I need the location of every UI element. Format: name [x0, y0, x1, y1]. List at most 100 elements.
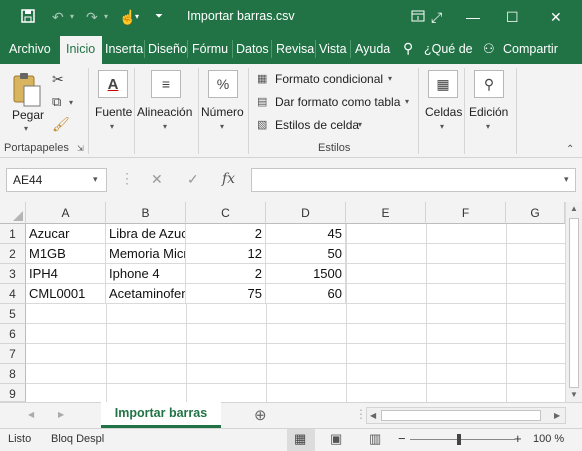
format-table-dropdown-icon[interactable]: ▾	[405, 97, 409, 106]
cell-a1[interactable]: Azucar	[26, 224, 106, 244]
conditional-format-button[interactable]: Formato condicional	[275, 72, 383, 86]
page-break-preview-icon[interactable]: ▥	[369, 431, 381, 447]
zoom-out-icon[interactable]: −	[398, 431, 406, 446]
expand-formula-icon[interactable]: ▾	[564, 174, 569, 185]
conditional-format-dropdown-icon[interactable]: ▾	[388, 74, 392, 83]
cell-b3[interactable]: Iphone 4	[106, 264, 186, 284]
cell-b2[interactable]: Memoria Micro SD 1GB	[106, 244, 186, 264]
number-button[interactable]: Número	[201, 105, 244, 119]
tell-me-search[interactable]: ¿Qué des	[424, 42, 472, 56]
scroll-right-icon[interactable]: ▶	[554, 411, 560, 420]
clipboard-launcher-icon[interactable]: ⇲	[77, 144, 84, 153]
close-icon[interactable]: ✕	[550, 8, 562, 26]
tab-formulas[interactable]: Fórmu	[192, 42, 228, 56]
column-header-g[interactable]: G	[506, 202, 565, 224]
collapse-ribbon-icon[interactable]: ⌃	[566, 144, 574, 155]
minimize-icon[interactable]: —	[466, 8, 480, 26]
undo-icon[interactable]: ↶	[52, 8, 64, 26]
cell-a2[interactable]: M1GB	[26, 244, 106, 264]
add-sheet-icon[interactable]: ⊕	[254, 406, 267, 424]
editing-button[interactable]: Edición	[469, 105, 508, 119]
cut-icon[interactable]: ✂	[52, 70, 64, 88]
cell-a3[interactable]: IPH4	[26, 264, 106, 284]
zoom-level[interactable]: 100 %	[533, 433, 564, 445]
column-header-a[interactable]: A	[26, 202, 106, 224]
format-as-table-button[interactable]: Dar formato como tabla	[275, 95, 400, 109]
font-button[interactable]: Fuente	[95, 105, 132, 119]
scroll-thumb[interactable]	[569, 218, 579, 388]
prev-sheet-icon[interactable]: ◀	[28, 410, 34, 419]
row-header[interactable]: 7	[0, 344, 26, 364]
cell-styles-button[interactable]: Estilos de celda	[275, 118, 359, 132]
format-painter-icon[interactable]: 🖌	[52, 116, 70, 133]
cell-c2[interactable]: 12	[186, 244, 266, 264]
touch-dropdown-icon[interactable]: ▾	[135, 8, 139, 26]
alignment-button[interactable]: Alineación	[137, 105, 192, 119]
customize-toolbar-icon[interactable]: ⏷	[155, 8, 163, 26]
tab-diseno[interactable]: Diseño	[148, 42, 187, 56]
expand-icon[interactable]: ⤢	[431, 8, 442, 26]
tab-datos[interactable]: Datos	[236, 42, 269, 56]
cell-d1[interactable]: 45	[266, 224, 346, 244]
insert-function-icon[interactable]: fx	[222, 171, 235, 187]
cell-b1[interactable]: Libra de Azucar	[106, 224, 186, 244]
cells-button[interactable]: Celdas	[425, 105, 462, 119]
tab-inicio[interactable]: Inicio	[66, 42, 95, 56]
alignment-dropdown-icon[interactable]: ▾	[163, 122, 167, 131]
scroll-down-icon[interactable]: ▼	[570, 390, 578, 399]
formula-input[interactable]	[251, 168, 576, 192]
paste-label[interactable]: Pegar	[12, 108, 44, 122]
page-layout-icon[interactable]: ▣	[330, 431, 342, 447]
redo-dropdown-icon[interactable]: ▾	[104, 8, 108, 26]
ribbon-display-icon[interactable]	[411, 8, 425, 26]
cell-d3[interactable]: 1500	[266, 264, 346, 284]
cell-b4[interactable]: Acetaminofen	[106, 284, 186, 304]
tab-ayuda[interactable]: Ayuda	[355, 42, 390, 56]
row-header[interactable]: 6	[0, 324, 26, 344]
column-header-c[interactable]: C	[186, 202, 266, 224]
scroll-up-icon[interactable]: ▲	[570, 204, 578, 213]
paste-button[interactable]	[10, 72, 46, 112]
cells-dropdown-icon[interactable]: ▾	[440, 122, 444, 131]
share-button[interactable]: Compartir	[503, 42, 558, 56]
select-all-corner[interactable]	[0, 202, 26, 224]
scroll-left-icon[interactable]: ◀	[370, 411, 376, 420]
share-person-icon[interactable]: ⚇	[483, 41, 495, 57]
cell-c3[interactable]: 2	[186, 264, 266, 284]
number-dropdown-icon[interactable]: ▾	[220, 122, 224, 131]
cell-styles-dropdown-icon[interactable]: ▾	[358, 120, 362, 129]
copy-dropdown-icon[interactable]: ▾	[69, 98, 73, 107]
confirm-entry-icon[interactable]: ✓	[187, 171, 199, 188]
save-icon[interactable]	[20, 8, 36, 28]
zoom-in-icon[interactable]: +	[514, 431, 522, 446]
tab-revisar[interactable]: Revisa	[276, 42, 314, 56]
horizontal-scroll-thumb[interactable]	[381, 410, 541, 421]
maximize-icon[interactable]: ☐	[506, 8, 519, 26]
tab-insertar[interactable]: Inserta	[105, 42, 143, 56]
row-header[interactable]: 8	[0, 364, 26, 384]
name-box-dropdown-icon[interactable]: ▾	[93, 174, 98, 185]
tab-archivo[interactable]: Archivo	[9, 42, 51, 56]
column-header-d[interactable]: D	[266, 202, 346, 224]
vertical-scrollbar[interactable]: ▲ ▼	[565, 202, 582, 402]
tab-vista[interactable]: Vista	[319, 42, 347, 56]
zoom-slider[interactable]	[410, 439, 515, 440]
column-header-b[interactable]: B	[106, 202, 186, 224]
copy-icon[interactable]: ⧉	[52, 94, 61, 110]
zoom-slider-thumb[interactable]	[457, 434, 461, 445]
cell-d2[interactable]: 50	[266, 244, 346, 264]
touch-mode-icon[interactable]: ☝	[119, 8, 136, 26]
row-header[interactable]: 3	[0, 264, 26, 284]
font-dropdown-icon[interactable]: ▾	[110, 122, 114, 131]
column-header-f[interactable]: F	[426, 202, 506, 224]
normal-view-button[interactable]: ▦	[287, 429, 315, 451]
paste-dropdown-icon[interactable]: ▾	[24, 124, 28, 133]
row-header[interactable]: 1	[0, 224, 26, 244]
next-sheet-icon[interactable]: ▶	[58, 410, 64, 419]
row-header[interactable]: 5	[0, 304, 26, 324]
cell-c1[interactable]: 2	[186, 224, 266, 244]
horizontal-scrollbar[interactable]: ◀ ▶	[366, 407, 566, 424]
column-header-e[interactable]: E	[346, 202, 426, 224]
cancel-entry-icon[interactable]: ✕	[151, 171, 163, 188]
redo-icon[interactable]: ↷	[86, 8, 98, 26]
